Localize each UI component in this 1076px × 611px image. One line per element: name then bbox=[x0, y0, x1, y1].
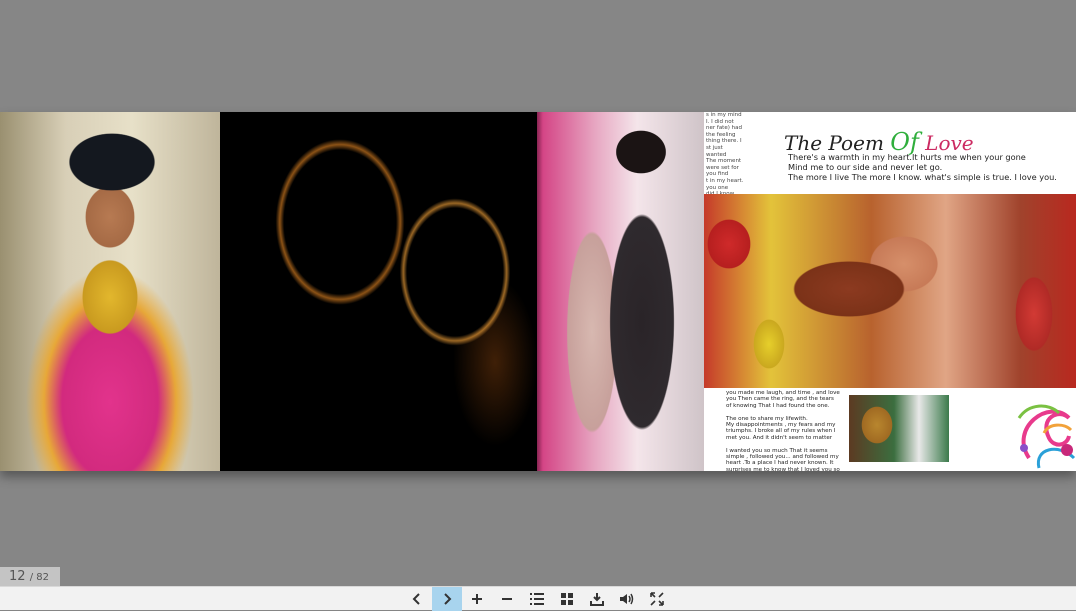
poem-line: The more I live The more I know. what's … bbox=[788, 172, 1057, 182]
table-of-contents-button[interactable] bbox=[522, 587, 552, 611]
bride-back-photo bbox=[849, 395, 949, 462]
poem-block: s in my mind I. I did not ner fate) had … bbox=[704, 112, 1076, 194]
couple-silhouette-photo bbox=[220, 112, 537, 471]
fullscreen-button[interactable] bbox=[642, 587, 672, 611]
sound-button[interactable] bbox=[612, 587, 642, 611]
current-page-number: 12 bbox=[9, 569, 26, 584]
story-text: you made me laugh, and time , and love y… bbox=[704, 388, 844, 471]
minus-icon bbox=[502, 598, 512, 600]
previous-page-button[interactable] bbox=[402, 587, 432, 611]
poem-line: Mind me to our side and never let go. bbox=[788, 162, 943, 172]
total-pages: / 82 bbox=[29, 572, 49, 583]
chevron-right-icon bbox=[444, 593, 452, 605]
poem-lines: There's a warmth in my heart.It hurts me… bbox=[788, 152, 1068, 182]
decorative-swirl bbox=[949, 388, 1076, 471]
chevron-left-icon bbox=[412, 593, 420, 605]
download-icon bbox=[590, 593, 604, 606]
couple-portrait-photo bbox=[537, 112, 704, 471]
page-counter: 12 / 82 bbox=[0, 567, 60, 587]
fullscreen-icon bbox=[650, 592, 664, 606]
zoom-out-button[interactable] bbox=[492, 587, 522, 611]
next-page-button[interactable] bbox=[432, 587, 462, 611]
plus-icon bbox=[472, 594, 482, 604]
list-icon bbox=[530, 593, 544, 605]
album-spread[interactable]: s in my mind I. I did not ner fate) had … bbox=[0, 112, 1076, 471]
swirl-ornament-icon bbox=[1017, 404, 1076, 469]
thumbnails-button[interactable] bbox=[552, 587, 582, 611]
viewer-toolbar bbox=[0, 586, 1076, 611]
holding-hands-photo bbox=[704, 194, 1076, 388]
grid-icon bbox=[561, 593, 573, 605]
bride-portrait-photo bbox=[0, 112, 220, 471]
zoom-in-button[interactable] bbox=[462, 587, 492, 611]
volume-icon bbox=[620, 593, 634, 605]
flipbook-viewer: s in my mind I. I did not ner fate) had … bbox=[0, 0, 1076, 586]
poem-line: There's a warmth in my heart.It hurts me… bbox=[788, 152, 1026, 162]
download-button[interactable] bbox=[582, 587, 612, 611]
left-page[interactable] bbox=[0, 112, 537, 471]
poem-side-text: s in my mind I. I did not ner fate) had … bbox=[706, 112, 744, 194]
right-page[interactable]: s in my mind I. I did not ner fate) had … bbox=[537, 112, 1076, 471]
